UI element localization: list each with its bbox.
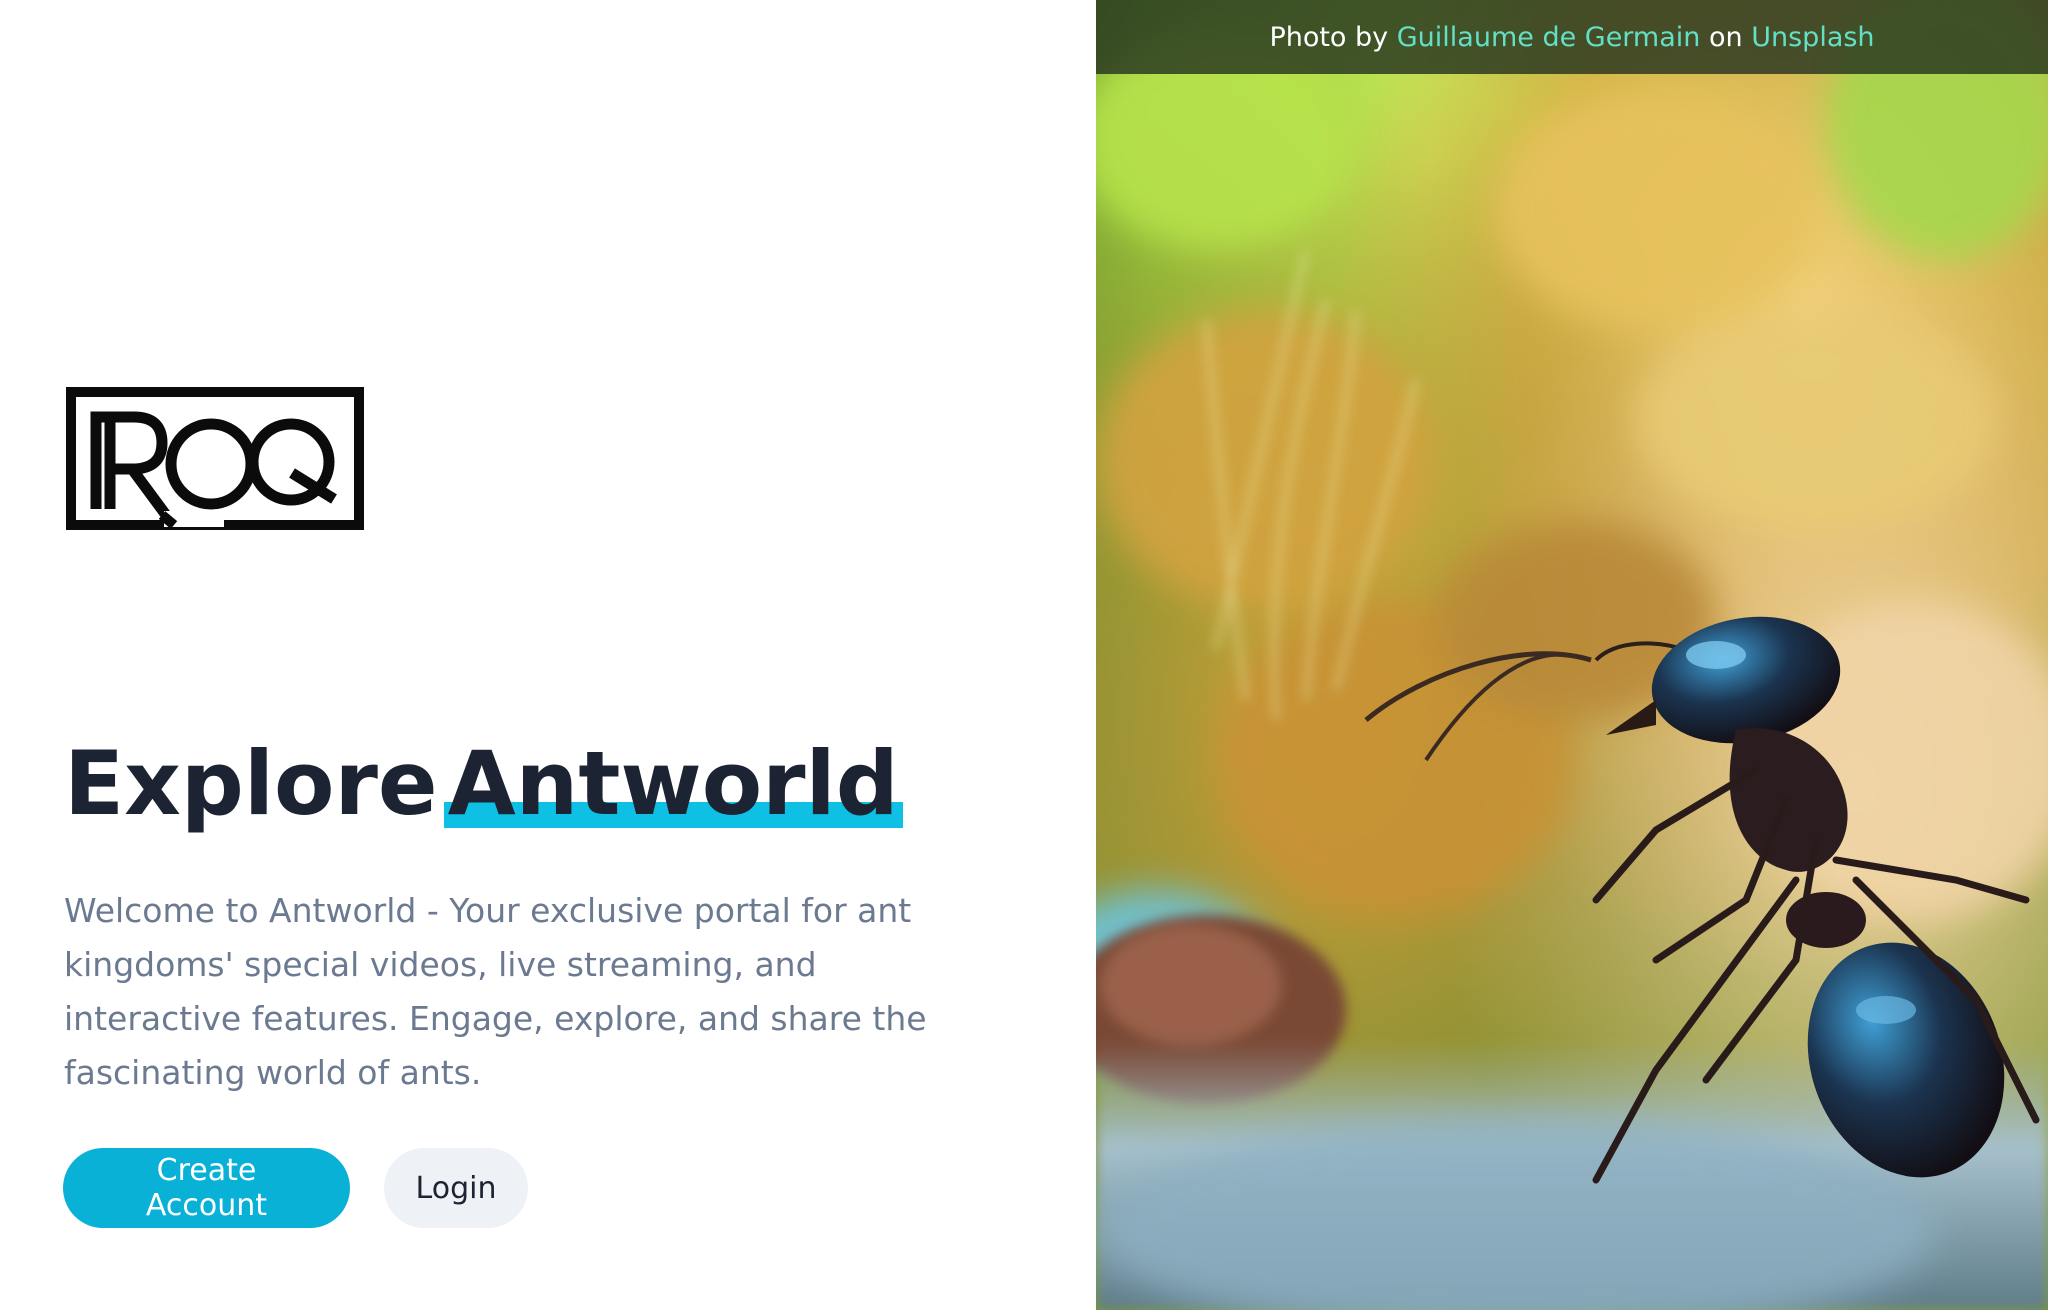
photo-panel: Photo by Guillaume de Germain on Unsplas… [1096, 0, 2048, 1310]
auth-actions: Create Account Login [63, 1148, 528, 1228]
headline-highlight-text: Antworld [447, 732, 899, 835]
roq-logo [66, 387, 364, 530]
create-account-button[interactable]: Create Account [63, 1148, 350, 1228]
page-title: Explore Antworld [64, 728, 903, 840]
ant-photo [1096, 0, 2048, 1310]
headline-highlight: Antworld [443, 728, 903, 840]
photo-source-link[interactable]: Unsplash [1751, 22, 1874, 53]
photo-credit-prefix: Photo by [1269, 21, 1389, 53]
login-button[interactable]: Login [384, 1148, 528, 1228]
login-landing-page: Explore Antworld Welcome to Antworld - Yo… [0, 0, 2048, 1310]
photo-credit-middle: on [1709, 21, 1743, 53]
hero-panel: Explore Antworld Welcome to Antworld - Yo… [0, 0, 1096, 1310]
headline-prefix: Explore [64, 732, 438, 835]
photo-credit: Photo by Guillaume de Germain on Unsplas… [1096, 0, 2048, 74]
photo-author-link[interactable]: Guillaume de Germain [1397, 22, 1701, 53]
hero-description: Welcome to Antworld - Your exclusive por… [64, 891, 927, 1092]
